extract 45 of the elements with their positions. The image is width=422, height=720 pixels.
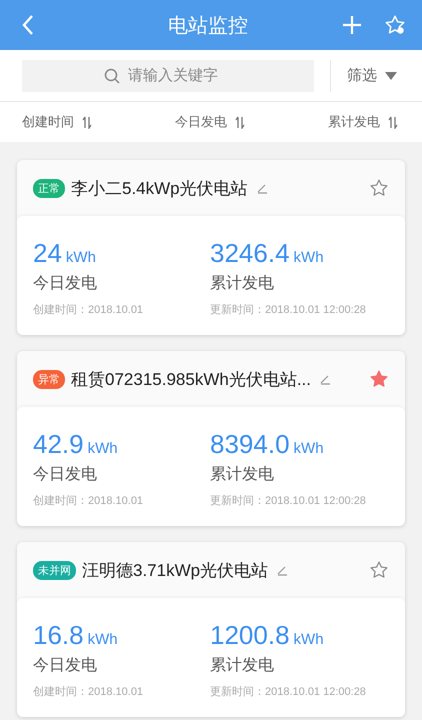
today-energy-value: 42.9 kWh	[33, 429, 119, 460]
search-field[interactable]: 请输入关键字	[22, 60, 314, 92]
status-badge: 异常	[33, 370, 65, 388]
filter-button[interactable]: 筛选	[330, 60, 397, 92]
edit-icon[interactable]	[318, 373, 331, 385]
station-card[interactable]: 未并网 汪明德3.71kWp光伏电站 16.8 kWh 1200.8 kWh 今日发电 累计发电 创建时间：2018.10.01 更新时间：2018.10.01 12:00:28	[17, 542, 405, 717]
station-card[interactable]: 正常 李小二5.4kWp光伏电站 24 kWh 3246.4 kWh 今日发电 累计发电 创建时间：2018.10.01 更新时间：2018.10.01 12:00:28	[17, 160, 405, 335]
today-energy-label: 今日发电	[33, 656, 98, 676]
total-energy-label: 累计发电	[210, 274, 275, 294]
total-energy-label: 累计发电	[210, 656, 275, 676]
updated-time: 更新时间：2018.10.01 12:00:28	[210, 494, 367, 508]
star-icon[interactable]	[369, 560, 389, 580]
back-icon	[22, 14, 34, 36]
sort-icon	[388, 116, 398, 128]
created-time: 创建时间：2018.10.01	[33, 685, 144, 699]
station-card[interactable]: 异常 租赁072315.985kWh光伏电站... 42.9 kWh 8394.0 kWh 今日发电 累计发电 创建时间：2018.10.01 更新时间：2018.10.01 12:00:28	[17, 351, 405, 526]
sort-button[interactable]: 今日发电	[175, 113, 245, 131]
today-energy-label: 今日发电	[33, 274, 98, 294]
status-badge: 未并网	[33, 560, 76, 580]
station-name: 汪明德3.71kWp光伏电站	[82, 560, 268, 582]
total-energy-label: 累计发电	[210, 464, 275, 485]
sort-icon	[82, 116, 92, 128]
star-icon[interactable]	[369, 178, 389, 198]
station-name: 李小二5.4kWp光伏电站	[71, 178, 248, 200]
total-energy-value: 3246.4 kWh	[210, 238, 325, 269]
caret-icon	[385, 72, 397, 80]
created-time: 创建时间：2018.10.01	[33, 303, 144, 317]
created-time: 创建时间：2018.10.01	[33, 494, 144, 508]
edit-icon[interactable]	[256, 182, 268, 194]
total-energy-value: 1200.8 kWh	[210, 620, 325, 651]
star-icon[interactable]	[369, 369, 389, 389]
page-title: 电站监控	[167, 14, 249, 38]
station-name: 租赁072315.985kWh光伏电站...	[71, 368, 311, 390]
today-energy-label: 今日发电	[33, 464, 98, 485]
sort-icon	[235, 116, 245, 128]
total-energy-value: 8394.0 kWh	[210, 429, 325, 460]
today-energy-value: 24 kWh	[33, 238, 97, 269]
search-icon	[104, 68, 120, 84]
updated-time: 更新时间：2018.10.01 12:00:28	[210, 302, 367, 317]
updated-time: 更新时间：2018.10.01 12:00:28	[210, 684, 367, 699]
sort-button[interactable]: 累计发电	[328, 113, 398, 131]
today-energy-value: 16.8 kWh	[33, 620, 119, 651]
status-badge: 正常	[33, 178, 65, 198]
edit-icon[interactable]	[276, 564, 288, 576]
sort-button[interactable]: 创建时间	[22, 113, 92, 131]
